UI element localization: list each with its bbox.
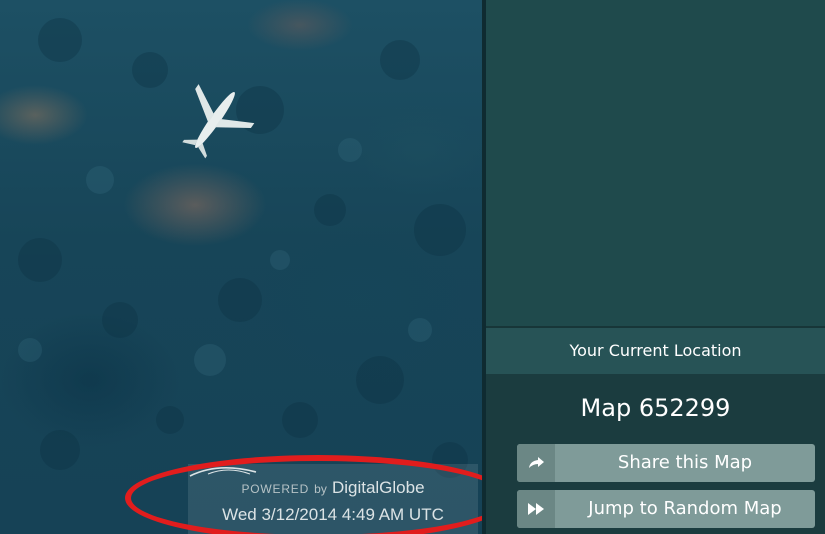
digitalglobe-swoosh-icon xyxy=(189,467,257,477)
jump-random-map-label: Jump to Random Map xyxy=(588,498,782,519)
app-root: POWERED by DigitalGlobe Wed 3/12/2014 4:… xyxy=(0,0,825,534)
share-map-button[interactable]: Share this Map xyxy=(517,444,815,482)
map-imagery xyxy=(18,18,468,478)
fast-forward-icon xyxy=(517,490,555,528)
by-text: by xyxy=(314,482,327,496)
powered-text: POWERED xyxy=(241,482,310,496)
powered-by-line: POWERED by DigitalGlobe xyxy=(188,478,478,498)
panel-top-area xyxy=(486,0,825,328)
imagery-attribution: POWERED by DigitalGlobe Wed 3/12/2014 4:… xyxy=(188,464,478,534)
location-header: Your Current Location xyxy=(486,328,825,374)
imagery-timestamp: Wed 3/12/2014 4:49 AM UTC xyxy=(222,505,444,524)
share-arrow-icon xyxy=(517,444,555,482)
location-body: Map 652299 Share this Map Jump to Random… xyxy=(486,374,825,534)
side-panel: Your Current Location Map 652299 Share t… xyxy=(486,0,825,534)
share-map-label: Share this Map xyxy=(617,452,753,473)
brand-name: DigitalGlobe xyxy=(331,478,425,497)
satellite-map[interactable]: POWERED by DigitalGlobe Wed 3/12/2014 4:… xyxy=(0,0,482,534)
map-id-label: Map 652299 xyxy=(580,394,731,422)
jump-random-map-button[interactable]: Jump to Random Map xyxy=(517,490,815,528)
